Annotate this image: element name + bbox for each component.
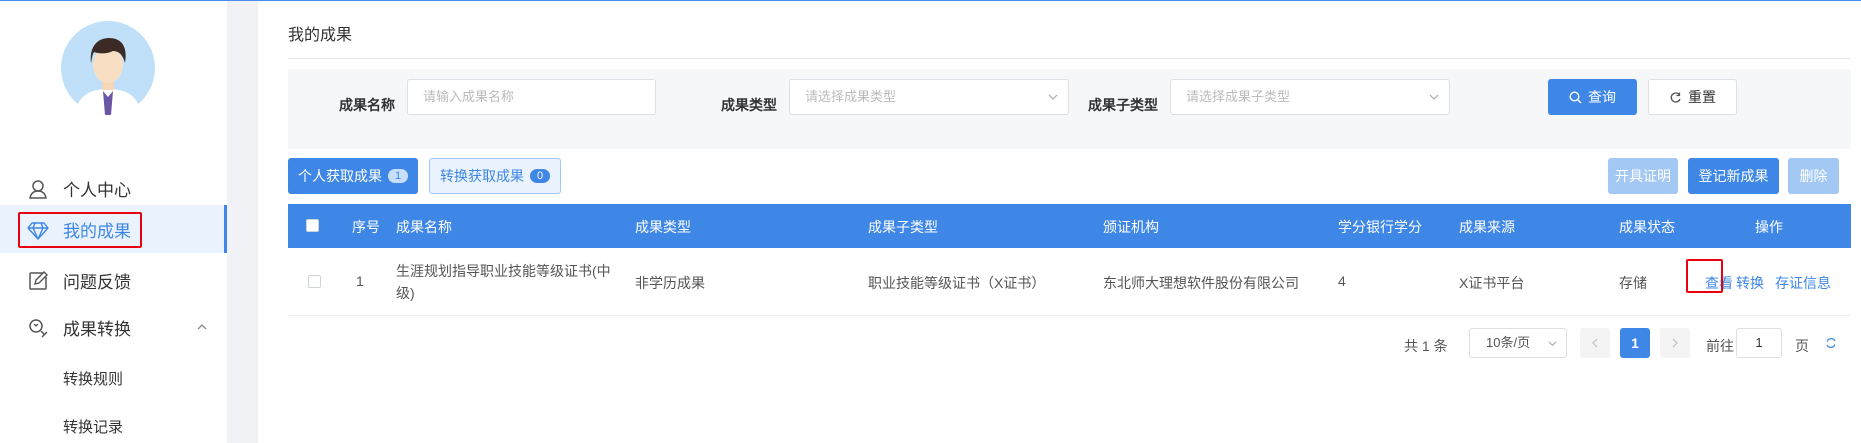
register-achievement-button[interactable]: 登记新成果 xyxy=(1688,158,1779,194)
cell-name: 生涯规划指导职业技能等级证书(中级) xyxy=(396,263,611,301)
page-size-select[interactable]: 10条/页 xyxy=(1469,328,1567,358)
convert-link[interactable]: 转换 xyxy=(1736,273,1764,293)
chevron-left-icon xyxy=(1592,338,1598,348)
chevron-up-icon xyxy=(197,324,207,330)
type-select[interactable]: 请选择成果类型 xyxy=(789,79,1069,115)
cell-status: 存储 xyxy=(1619,275,1647,291)
edit-icon xyxy=(29,271,48,290)
col-source: 成果来源 xyxy=(1459,219,1515,235)
sidebar-item-label: 成果转换 xyxy=(63,319,131,339)
prev-page-button[interactable] xyxy=(1580,328,1610,358)
query-button[interactable]: 查询 xyxy=(1548,79,1637,115)
col-ops: 操作 xyxy=(1755,219,1783,235)
refresh-icon[interactable] xyxy=(1825,337,1837,349)
tab-converted-achievements[interactable]: 转换获取成果 0 xyxy=(429,158,561,194)
col-credits: 学分银行学分 xyxy=(1338,219,1422,235)
tab-personal-achievements[interactable]: 个人获取成果 1 xyxy=(288,158,418,194)
highlight-box xyxy=(18,212,142,248)
sidebar-subitem-records[interactable]: 转换记录 xyxy=(63,416,123,437)
reset-button-label: 重置 xyxy=(1688,89,1716,105)
col-type: 成果类型 xyxy=(635,219,691,235)
tab-label: 个人获取成果 xyxy=(298,168,382,184)
divider xyxy=(288,58,1851,59)
goto-suffix: 页 xyxy=(1795,338,1809,354)
pagination-total: 共 1 条 xyxy=(1404,338,1448,354)
avatar[interactable] xyxy=(61,21,155,115)
sidebar-item-label: 个人中心 xyxy=(63,180,131,200)
subtype-select[interactable]: 请选择成果子类型 xyxy=(1170,79,1450,115)
goto-prefix: 前往 xyxy=(1706,338,1734,354)
table-header: 序号 成果名称 成果类型 成果子类型 颁证机构 学分银行学分 成果来源 成果状态… xyxy=(288,204,1851,248)
search-icon xyxy=(1569,90,1582,103)
goto-page-input[interactable]: 1 xyxy=(1736,328,1782,358)
cell-index: 1 xyxy=(356,273,364,289)
sidebar-item-conversion[interactable]: 成果转换 xyxy=(0,303,227,351)
filter-subtype-label: 成果子类型 xyxy=(1088,97,1158,113)
cell-subtype: 职业技能等级证书（X证书） xyxy=(868,275,1046,291)
sidebar: 个人中心 我的成果 问题反馈 成果转换 转换规则 转换记录 xyxy=(0,1,227,443)
next-page-button[interactable] xyxy=(1660,328,1690,358)
count-badge: 1 xyxy=(388,169,408,183)
page-title: 我的成果 xyxy=(288,27,353,44)
convert-icon xyxy=(29,319,48,338)
sidebar-item-label: 问题反馈 xyxy=(63,272,131,292)
select-all-checkbox[interactable] xyxy=(306,219,319,232)
cell-issuer: 东北师大理想软件股份有限公司 xyxy=(1103,275,1299,291)
chevron-right-icon xyxy=(1672,338,1678,348)
count-badge: 0 xyxy=(530,169,550,183)
col-status: 成果状态 xyxy=(1619,219,1675,235)
table-row: 1 生涯规划指导职业技能等级证书(中级) 非学历成果 职业技能等级证书（X证书）… xyxy=(288,248,1851,316)
cell-credits: 4 xyxy=(1338,273,1346,289)
layout-gutter xyxy=(227,1,258,443)
sidebar-item-feedback[interactable]: 问题反馈 xyxy=(0,256,227,304)
name-input[interactable]: 请输入成果名称 xyxy=(407,79,656,115)
col-subtype: 成果子类型 xyxy=(868,219,938,235)
reset-button[interactable]: 重置 xyxy=(1648,79,1737,115)
cell-source: X证书平台 xyxy=(1459,275,1525,291)
row-checkbox[interactable] xyxy=(308,275,321,288)
col-index: 序号 xyxy=(352,219,380,235)
avatar-icon xyxy=(61,21,155,115)
main-content: 我的成果 成果名称 请输入成果名称 成果类型 请选择成果类型 成果子类型 请选择… xyxy=(258,1,1861,443)
page-number-current[interactable]: 1 xyxy=(1620,328,1650,358)
delete-button[interactable]: 删除 xyxy=(1788,158,1839,194)
query-button-label: 查询 xyxy=(1588,89,1616,105)
tab-label: 转换获取成果 xyxy=(440,168,524,184)
chevron-down-icon xyxy=(1048,94,1058,100)
subtype-select-placeholder: 请选择成果子类型 xyxy=(1186,89,1291,104)
filter-name-label: 成果名称 xyxy=(339,97,395,113)
filter-type-label: 成果类型 xyxy=(721,97,777,113)
user-icon xyxy=(29,180,47,199)
sidebar-subitem-rules[interactable]: 转换规则 xyxy=(63,368,123,389)
chevron-down-icon xyxy=(1548,341,1557,347)
page-size-value: 10条/页 xyxy=(1486,335,1531,350)
evidence-info-link[interactable]: 存证信息 xyxy=(1775,273,1831,293)
col-issuer: 颁证机构 xyxy=(1103,219,1159,235)
issue-certificate-button[interactable]: 开具证明 xyxy=(1608,158,1678,194)
cell-type: 非学历成果 xyxy=(635,275,705,291)
col-name: 成果名称 xyxy=(396,219,452,235)
chevron-down-icon xyxy=(1429,94,1439,100)
highlight-box xyxy=(1686,259,1723,293)
refresh-icon xyxy=(1670,91,1681,103)
type-select-placeholder: 请选择成果类型 xyxy=(805,89,897,104)
